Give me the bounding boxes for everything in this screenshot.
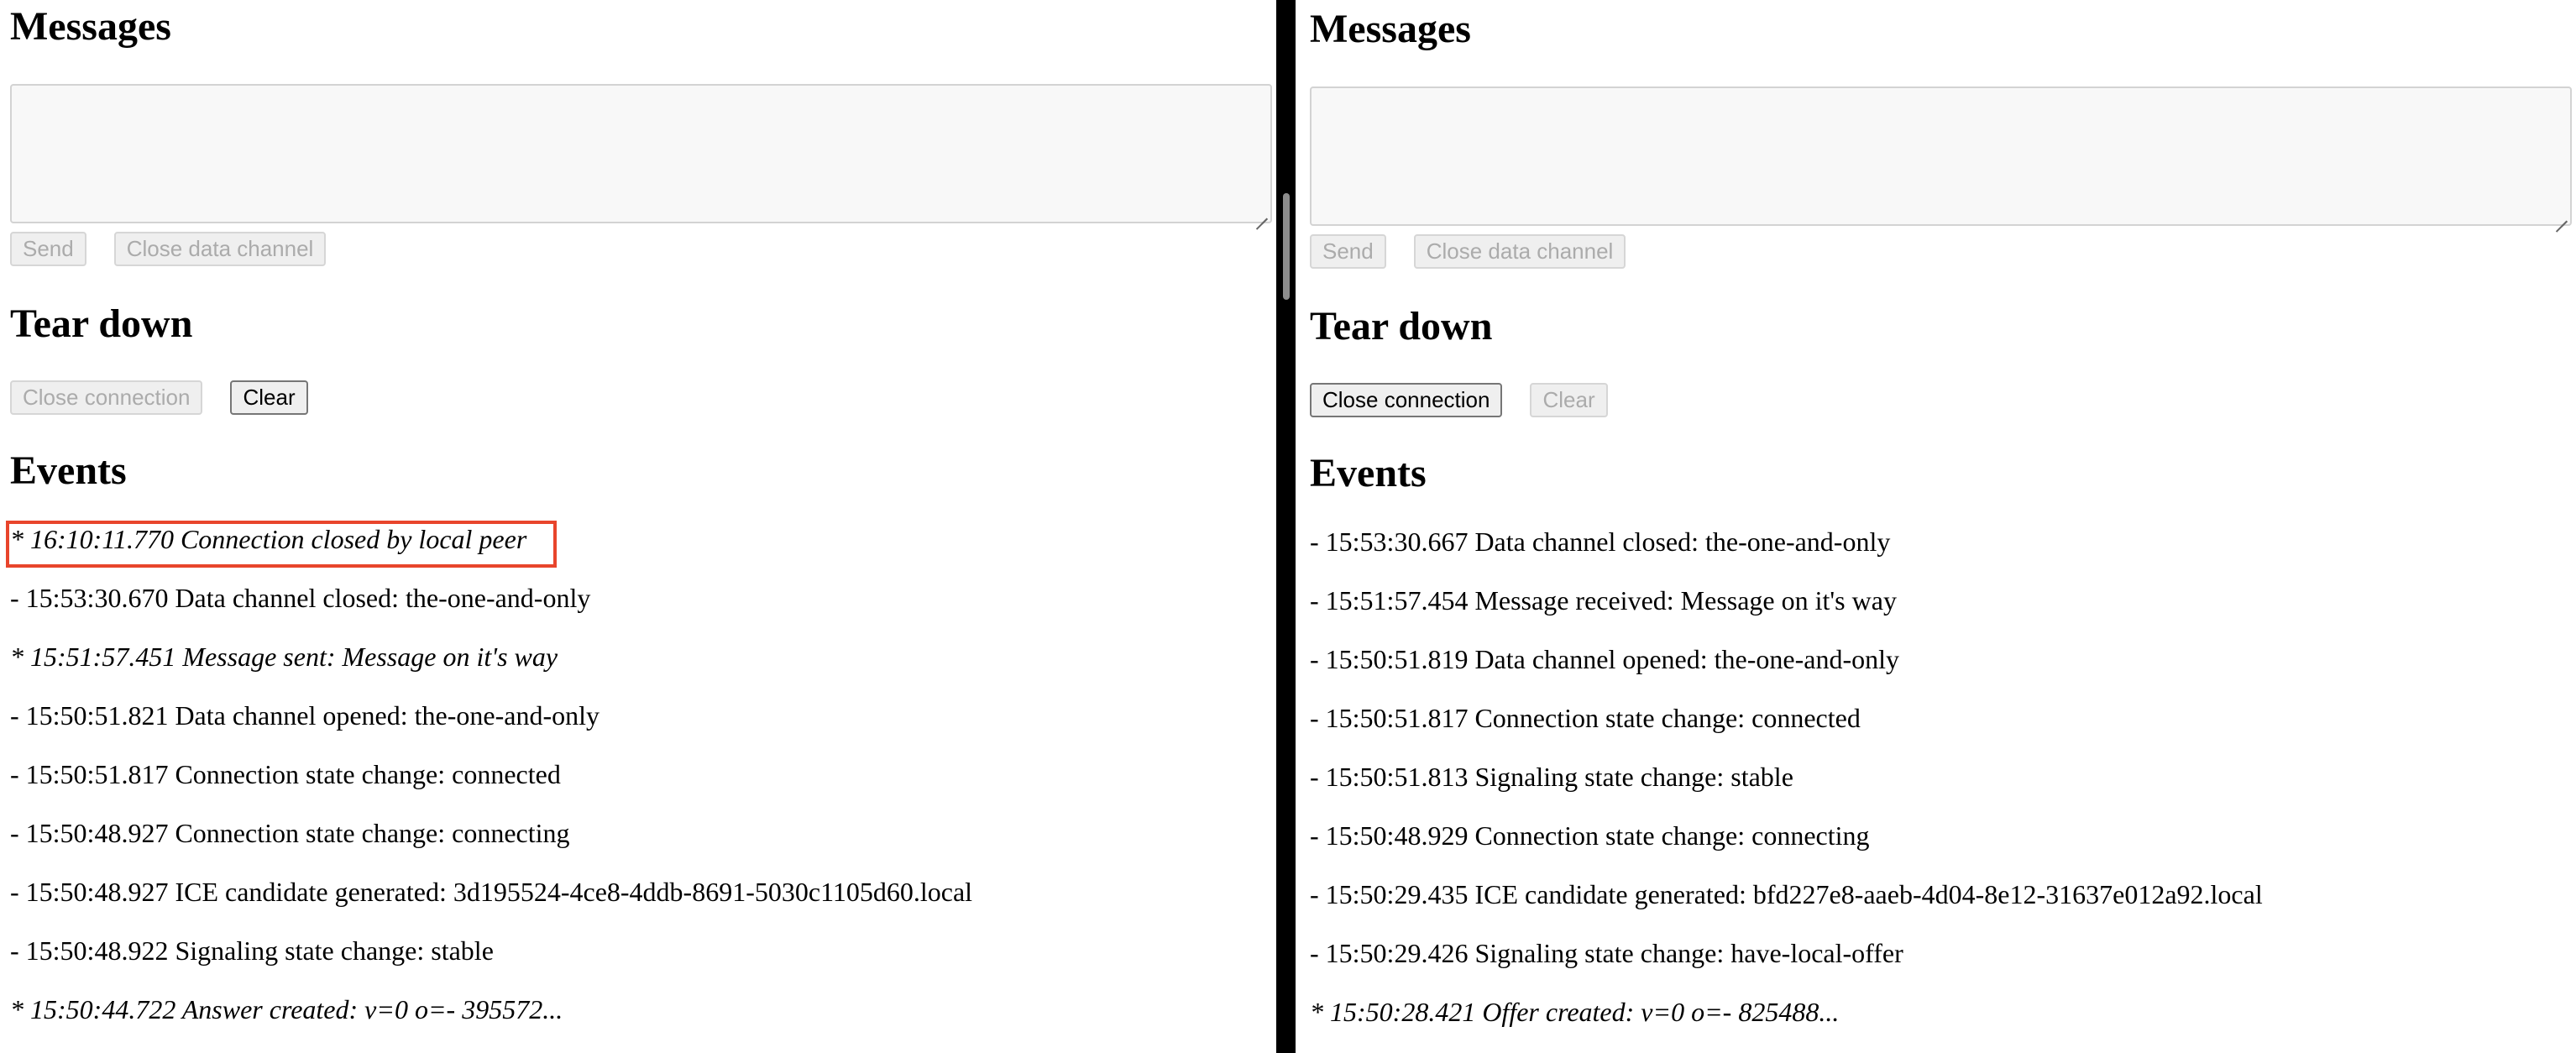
event-entry: - 15:50:51.817 Connection state change: … (10, 759, 561, 789)
event-entry: * 15:51:57.451 Message sent: Message on … (10, 642, 558, 672)
left-peer-panel: Messages Send Close data channel Tear do… (0, 0, 1276, 1053)
event-entry: - 15:50:48.927 ICE candidate generated: … (10, 877, 973, 907)
split-divider[interactable] (1276, 0, 1296, 1053)
event-entry: - 15:53:30.667 Data channel closed: the-… (1310, 526, 1891, 557)
event-entry: - 15:50:48.929 Connection state change: … (1310, 820, 1870, 851)
events-heading: Events (1310, 451, 1427, 495)
close-data-channel-button[interactable]: Close data channel (113, 232, 327, 266)
clear-button[interactable]: Clear (230, 380, 308, 415)
event-entry: - 15:50:51.813 Signaling state change: s… (1310, 762, 1793, 792)
event-entry-highlighted: * 16:10:11.770 Connection closed by loca… (10, 524, 527, 554)
right-peer-panel: Messages Send Close data channel Tear do… (1296, 0, 2576, 1053)
message-actions: Send Close data channel (1310, 234, 2572, 269)
teardown-actions: Close connection Clear (1310, 383, 2572, 417)
messages-heading: Messages (10, 4, 171, 49)
event-entry: - 15:50:48.927 Connection state change: … (10, 818, 570, 848)
event-entry: - 15:51:57.454 Message received: Message… (1310, 585, 1897, 616)
message-input[interactable] (1310, 86, 2572, 226)
events-heading: Events (10, 448, 127, 493)
event-entry: - 15:50:29.426 Signaling state change: h… (1310, 938, 1903, 968)
event-entry: - 15:50:29.435 ICE candidate generated: … (1310, 879, 2263, 909)
tear-down-heading: Tear down (1310, 304, 1493, 348)
event-entry: - 15:53:30.670 Data channel closed: the-… (10, 583, 591, 613)
event-entry: - 15:50:51.819 Data channel opened: the-… (1310, 644, 1899, 674)
message-input[interactable] (10, 84, 1272, 223)
event-entry: - 15:50:51.821 Data channel opened: the-… (10, 700, 599, 731)
event-entry: - 15:50:51.817 Connection state change: … (1310, 703, 1861, 733)
message-actions: Send Close data channel (10, 232, 1272, 266)
close-connection-button[interactable]: Close connection (10, 380, 203, 415)
event-entry: - 15:50:48.922 Signaling state change: s… (10, 935, 494, 966)
send-button[interactable]: Send (1310, 234, 1386, 269)
close-connection-button[interactable]: Close connection (1310, 383, 1503, 417)
clear-button[interactable]: Clear (1530, 383, 1608, 417)
events-log: - 15:53:30.667 Data channel closed: the-… (1310, 526, 2572, 1028)
send-button[interactable]: Send (10, 232, 86, 266)
events-log: * 16:10:11.770 Connection closed by loca… (10, 524, 1272, 1025)
scrollbar-thumb[interactable] (1283, 193, 1290, 300)
tear-down-heading: Tear down (10, 301, 193, 346)
event-entry: * 15:50:44.722 Answer created: v=0 o=- 3… (10, 994, 563, 1024)
close-data-channel-button[interactable]: Close data channel (1413, 234, 1626, 269)
messages-heading: Messages (1310, 7, 1471, 51)
teardown-actions: Close connection Clear (10, 380, 1272, 415)
event-entry: * 15:50:28.421 Offer created: v=0 o=- 82… (1310, 997, 1840, 1027)
